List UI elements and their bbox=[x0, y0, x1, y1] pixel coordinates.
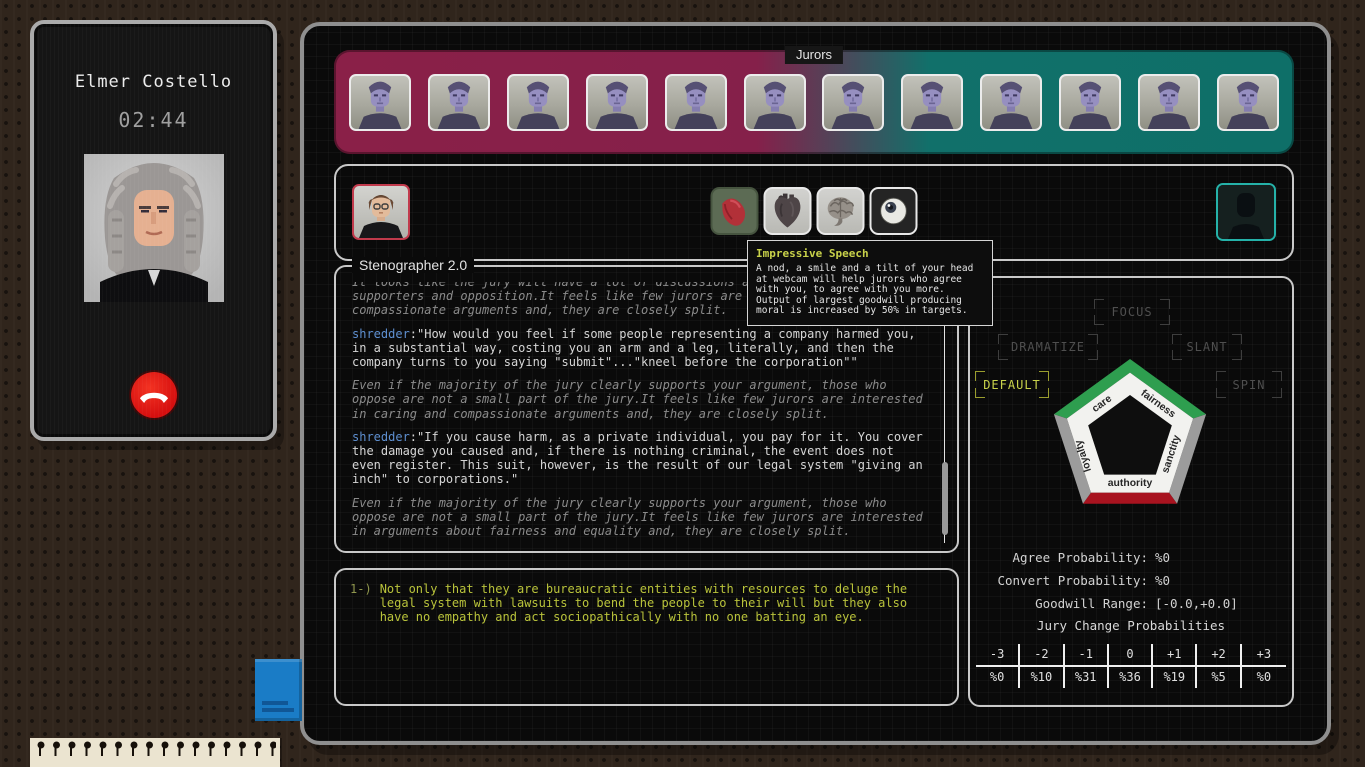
brain-gesture-button[interactable] bbox=[817, 187, 865, 235]
convert-probability-label: Convert Probability: bbox=[970, 573, 1148, 588]
moral-pentagon-chart: care fairness loyalty sanctity authority bbox=[1042, 355, 1218, 515]
juror-portrait-8[interactable] bbox=[901, 74, 963, 131]
jurors-bar: Jurors bbox=[334, 50, 1294, 154]
juror-portrait-2[interactable] bbox=[428, 74, 490, 131]
jury-table-value: %10 bbox=[1020, 667, 1064, 688]
agree-probability-value: %0 bbox=[1155, 550, 1292, 565]
jury-table-header: -2 bbox=[1020, 644, 1064, 667]
jury-change-title: Jury Change Probabilities bbox=[970, 618, 1292, 633]
default-button[interactable]: DEFAULT bbox=[975, 371, 1049, 398]
focus-button[interactable]: FOCUS bbox=[1094, 299, 1170, 325]
notebook-prop bbox=[30, 738, 280, 767]
speech-line: shredder:"How would you feel if some peo… bbox=[352, 327, 927, 370]
caller-name: Elmer Costello bbox=[75, 72, 232, 92]
convert-probability-value: %0 bbox=[1155, 573, 1292, 588]
eye-icon bbox=[872, 189, 916, 233]
juror-portrait-12[interactable] bbox=[1217, 74, 1279, 131]
speech-text: :"How would you feel if some people repr… bbox=[352, 327, 916, 369]
strategy-panel: FOCUS DRAMATIZE SLANT DEFAULT SPIN care … bbox=[968, 276, 1294, 707]
jury-table-header: +2 bbox=[1197, 644, 1241, 667]
jurors-bar-label: Jurors bbox=[785, 46, 843, 64]
blue-box-prop bbox=[255, 659, 302, 721]
juror-portrait-7[interactable] bbox=[822, 74, 884, 131]
phone-hangup-icon bbox=[139, 388, 169, 403]
tooltip-body: A nod, a smile and a tilt of your head a… bbox=[756, 264, 984, 317]
notebook-spiral bbox=[34, 740, 276, 758]
video-call-panel: Elmer Costello 02:44 bbox=[30, 20, 277, 441]
juror-portrait-3[interactable] bbox=[507, 74, 569, 131]
juror-portrait-6[interactable] bbox=[744, 74, 806, 131]
response-number: 1-) bbox=[350, 582, 372, 625]
player-face-icon bbox=[354, 186, 408, 238]
tooltip-title: Impressive Speech bbox=[756, 247, 984, 260]
jury-table-value: %0 bbox=[1242, 667, 1286, 688]
goodwill-range-value: [-0.0,+0.0] bbox=[1155, 596, 1292, 611]
juror-portrait-1[interactable] bbox=[349, 74, 411, 131]
pentagon-segment-authority[interactable] bbox=[1083, 493, 1177, 504]
narrator-line: Even if the majority of the jury clearly… bbox=[352, 378, 927, 421]
jury-table-header: -3 bbox=[976, 644, 1020, 667]
stenographer-title: Stenographer 2.0 bbox=[352, 257, 474, 273]
eye-gesture-button[interactable] bbox=[870, 187, 918, 235]
spin-button[interactable]: SPIN bbox=[1216, 371, 1282, 398]
game-window: Jurors bbox=[300, 22, 1331, 745]
jury-table-value: %5 bbox=[1197, 667, 1241, 688]
silhouette-icon bbox=[1218, 185, 1274, 239]
judge-portrait bbox=[84, 154, 224, 302]
jury-table-header: -1 bbox=[1065, 644, 1109, 667]
juror-portrait-5[interactable] bbox=[665, 74, 727, 131]
jury-table-header: +3 bbox=[1242, 644, 1286, 667]
opponent-avatar bbox=[1216, 183, 1276, 241]
desk-background: Elmer Costello 02:44 Jurors bbox=[0, 0, 1365, 767]
jury-table-value: %36 bbox=[1109, 667, 1153, 688]
jury-table-value: %31 bbox=[1065, 667, 1109, 688]
juror-portrait-11[interactable] bbox=[1138, 74, 1200, 131]
speaker-name: shredder bbox=[352, 430, 410, 444]
response-text: Not only that they are bureaucratic enti… bbox=[380, 582, 943, 625]
tongue-gesture-button[interactable] bbox=[711, 187, 759, 235]
jury-table-header: 0 bbox=[1109, 644, 1153, 667]
agree-probability-label: Agree Probability: bbox=[970, 550, 1148, 565]
pentagon-label-authority: authority bbox=[1108, 478, 1153, 489]
speaker-name: shredder bbox=[352, 327, 410, 341]
juror-portrait-4[interactable] bbox=[586, 74, 648, 131]
juror-portrait-10[interactable] bbox=[1059, 74, 1121, 131]
probability-stats: Agree Probability: %0 Convert Probabilit… bbox=[970, 550, 1292, 611]
gesture-strip bbox=[711, 187, 918, 235]
response-option-panel[interactable]: 1-) Not only that they are bureaucratic … bbox=[334, 568, 959, 706]
heart-gesture-button[interactable] bbox=[764, 187, 812, 235]
hangup-button[interactable] bbox=[131, 372, 177, 418]
heart-icon bbox=[766, 189, 810, 233]
call-timer: 02:44 bbox=[118, 108, 188, 132]
goodwill-range-label: Goodwill Range: bbox=[970, 596, 1148, 611]
jury-table-header: +1 bbox=[1153, 644, 1197, 667]
narrator-line: Even if the majority of the jury clearly… bbox=[352, 496, 927, 539]
scrollbar-thumb[interactable] bbox=[942, 462, 948, 535]
jury-table-value: %19 bbox=[1153, 667, 1197, 688]
tongue-icon bbox=[713, 189, 757, 233]
jury-table-value: %0 bbox=[976, 667, 1020, 688]
brain-icon bbox=[819, 189, 863, 233]
speech-line: shredder:"If you cause harm, as a privat… bbox=[352, 430, 927, 487]
juror-portrait-9[interactable] bbox=[980, 74, 1042, 131]
speech-text: :"If you cause harm, as a private indivi… bbox=[352, 430, 923, 487]
jury-change-table: -3 -2 -1 0 +1 +2 +3 %0 %10 %31 %36 %19 %… bbox=[976, 644, 1286, 688]
gesture-tooltip: Impressive Speech A nod, a smile and a t… bbox=[747, 240, 993, 326]
player-avatar bbox=[352, 184, 410, 240]
